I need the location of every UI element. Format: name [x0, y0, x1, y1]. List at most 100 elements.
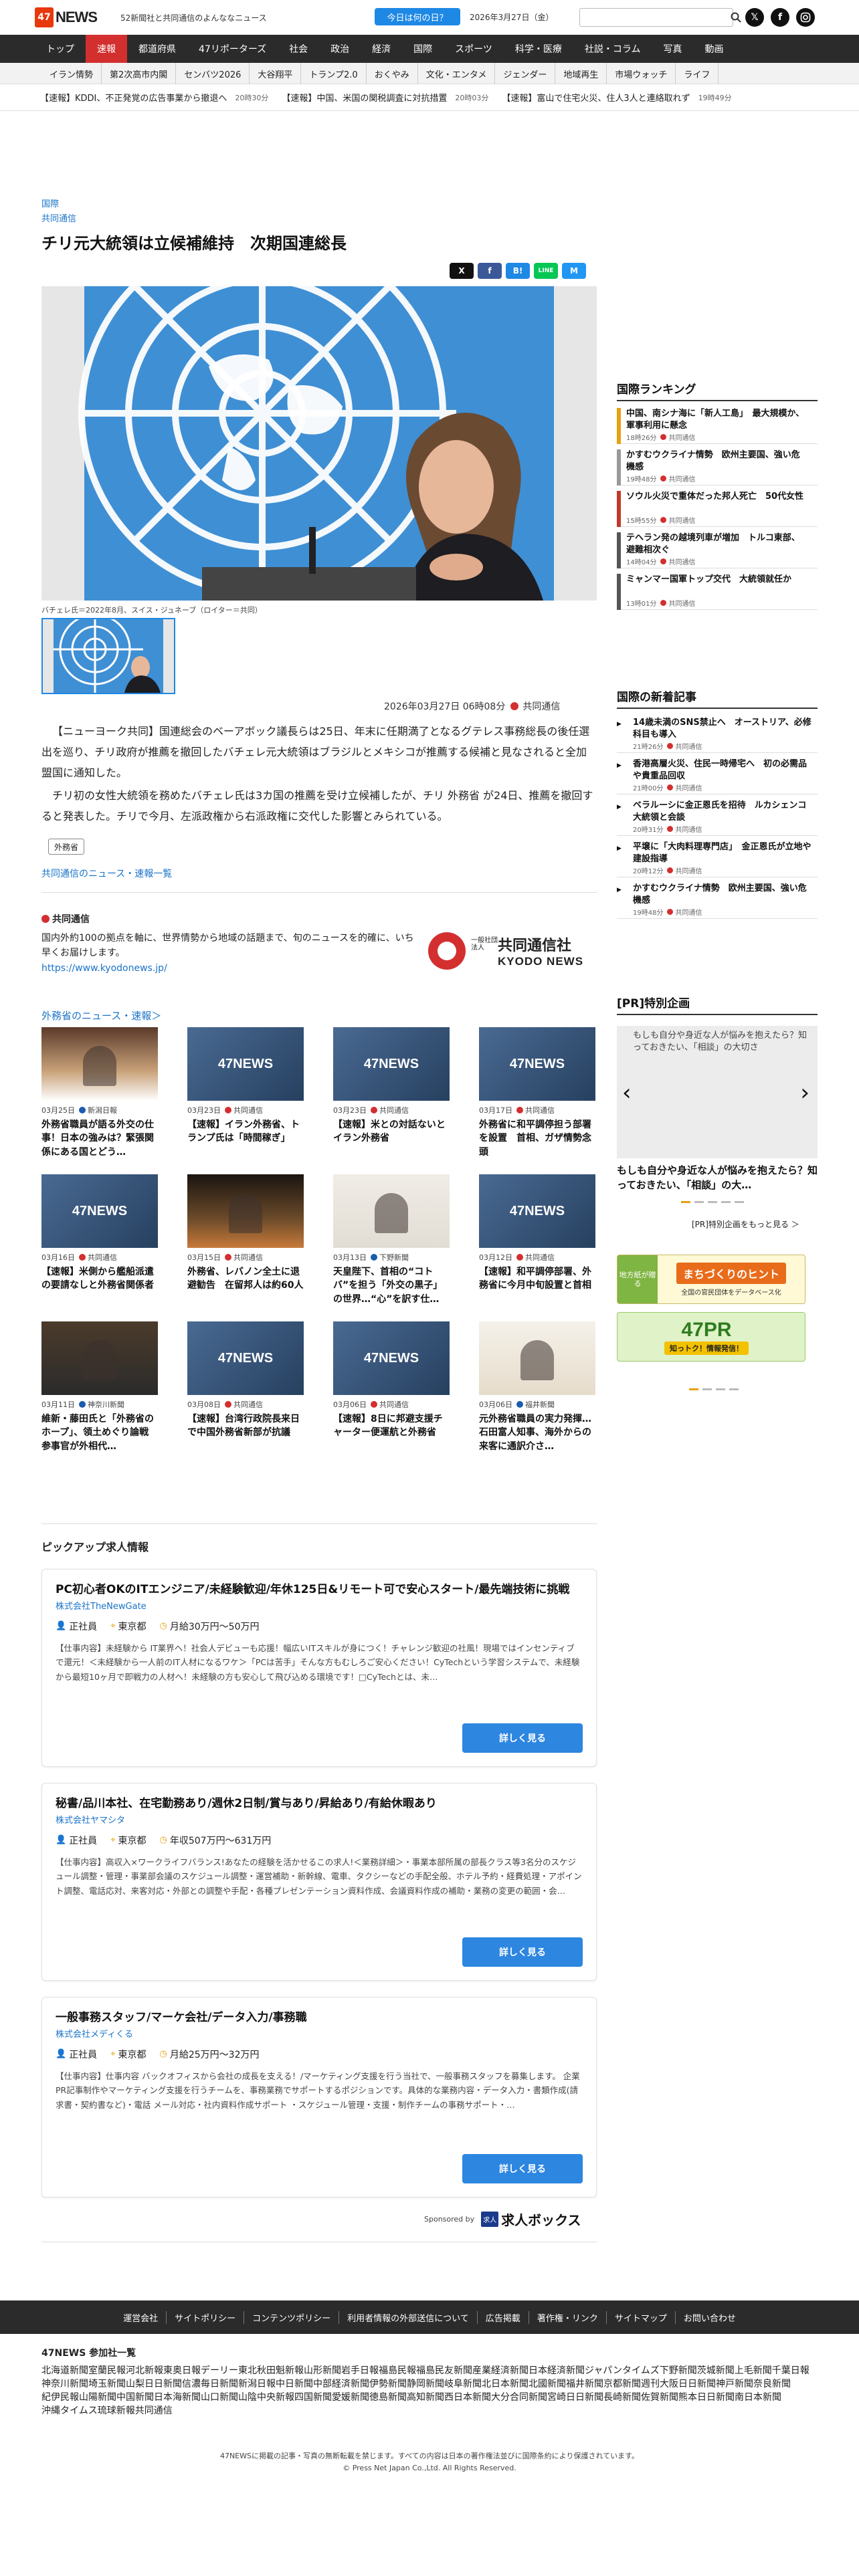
chevron-right-icon[interactable]: ›	[800, 1079, 809, 1106]
ranking-item[interactable]: 3ソウル火災で重体だった邦人死亡 50代女性15時55分共同通信	[617, 491, 818, 527]
job-company[interactable]: 株式会社メディくる	[56, 2030, 133, 2040]
nav-item[interactable]: 速報	[86, 35, 127, 63]
footer-link[interactable]: 著作権・リンク	[529, 2311, 607, 2324]
nav-item[interactable]: 国際	[402, 35, 444, 63]
article-category[interactable]: 国際	[41, 197, 59, 209]
ranking-item[interactable]: 5ミャンマー国軍トップ交代 大統領就任か13時01分共同通信	[617, 574, 818, 610]
job-detail-button[interactable]: 詳しく見る	[462, 1937, 583, 1967]
member-newspaper-link[interactable]: 新潟日報	[238, 2377, 276, 2390]
nav-item[interactable]: スポーツ	[444, 35, 504, 63]
member-newspaper-link[interactable]: 茨城新聞	[697, 2363, 735, 2377]
subnav-item[interactable]: 文化・エンタメ	[418, 63, 496, 84]
member-newspaper-link[interactable]: 信濃毎日新聞	[182, 2377, 238, 2390]
footer-link[interactable]: サイトポリシー	[167, 2311, 245, 2324]
newest-item[interactable]: ▶ 平壌に「大肉料理専門店」 金正恩氏が立地や建設指導 20時12分 共同通信	[617, 841, 818, 877]
job-card[interactable]: 秘書/品川本社、在宅勤務あり/週休2日制/賞与あり/昇給あり/有給休暇あり 株式会…	[41, 1783, 597, 1981]
member-newspaper-link[interactable]: 中日新聞	[276, 2377, 313, 2390]
pr-article-title[interactable]: もしも自分や身近な人が悩みを抱えたら？知っておきたい、「相談」の大…	[617, 1164, 818, 1193]
banner-machizukuri[interactable]: 地方紙が贈る まちづくりのヒント 全国の官民団体をデータベース化	[617, 1255, 805, 1304]
newest-item[interactable]: ▶ ベラルーシに金正恩氏を招待 ルカシェンコ大統領と会談 20時31分 共同通信	[617, 800, 818, 836]
member-newspaper-link[interactable]: 熊本日日新聞	[678, 2390, 735, 2403]
member-newspaper-link[interactable]: 奈良新聞	[753, 2377, 791, 2390]
search-input[interactable]	[579, 8, 733, 27]
share-facebook-button[interactable]: f	[478, 263, 502, 279]
chevron-left-icon[interactable]: ‹	[622, 1079, 632, 1106]
member-newspaper-link[interactable]: 上毛新聞	[735, 2363, 772, 2377]
related-news-card[interactable]: 03月11日 神奈川新聞 維新・藤田氏と「外務省のホープ」、領土めぐり論戦 参事官が…	[41, 1321, 158, 1454]
share-x-button[interactable]: X	[450, 263, 474, 279]
related-news-card[interactable]: 03月15日 共同通信 外務省、レバノン全土に退避勧告 在留邦人は約60人	[187, 1174, 304, 1307]
member-newspaper-link[interactable]: 河北新報	[126, 2363, 163, 2377]
subnav-item[interactable]: おくやみ	[367, 63, 418, 84]
member-newspaper-link[interactable]: 長崎新聞	[603, 2390, 641, 2403]
newest-item[interactable]: ▶ 香港高層火災、住民一時帰宅へ 初の必需品や貴重品回収 21時00分 共同通信	[617, 758, 818, 794]
subnav-item[interactable]: 第2次高市内閣	[102, 63, 177, 84]
member-newspaper-link[interactable]: 秋田魁新報	[257, 2363, 304, 2377]
member-newspaper-link[interactable]: 山形新聞	[304, 2363, 341, 2377]
member-newspaper-link[interactable]: 山梨日日新聞	[126, 2377, 182, 2390]
ticker-item[interactable]: 【速報】中国、米国の関税調査に対抗措置 20時03分	[282, 84, 488, 110]
footer-link[interactable]: サイトマップ	[607, 2311, 676, 2324]
member-newspaper-link[interactable]: 山口新聞	[201, 2390, 238, 2403]
nav-item[interactable]: 社説・コラム	[573, 35, 652, 63]
nav-item[interactable]: 47リポーターズ	[187, 35, 278, 63]
member-newspaper-link[interactable]: 下野新聞	[660, 2363, 697, 2377]
subnav-item[interactable]: 地域再生	[555, 63, 607, 84]
ranking-item[interactable]: 4テヘラン発の越境列車が増加 トルコ東部、避難相次ぐ14時04分共同通信	[617, 532, 818, 568]
instagram-icon[interactable]	[796, 8, 815, 27]
subnav-item[interactable]: イラン情勢	[41, 63, 102, 84]
member-newspaper-link[interactable]: 静岡新聞	[407, 2377, 444, 2390]
search-icon[interactable]	[729, 8, 743, 27]
member-newspaper-link[interactable]: 岩手日報	[341, 2363, 379, 2377]
member-newspaper-link[interactable]: デーリー東北	[201, 2363, 257, 2377]
newest-item[interactable]: ▶ かすむウクライナ情勢 欧州主要国、強い危機感 19時48分 共同通信	[617, 883, 818, 919]
subnav-item[interactable]: ライフ	[676, 63, 719, 84]
job-card[interactable]: 一般事務スタッフ/マーケ会社/データ入力/事務職 株式会社メディくる 👤 正社員 ⌖ 東京…	[41, 1997, 597, 2197]
share-line-button[interactable]: LINE	[534, 263, 558, 279]
job-detail-button[interactable]: 詳しく見る	[462, 2154, 583, 2183]
footer-link[interactable]: 運営会社	[115, 2311, 167, 2324]
article-source[interactable]: 共同通信	[41, 211, 76, 224]
ranking-item[interactable]: 1中国、南シナ海に「新人工島」 最大規模か、軍事利用に懸念18時26分共同通信	[617, 408, 818, 444]
footer-link[interactable]: 広告掲載	[478, 2311, 529, 2324]
job-company[interactable]: 株式会社ヤマシタ	[56, 1816, 125, 1826]
nav-item[interactable]: 動画	[693, 35, 735, 63]
member-newspaper-link[interactable]: 北國新聞	[529, 2377, 566, 2390]
share-hatena-button[interactable]: B!	[506, 263, 530, 279]
related-news-card[interactable]: 03月06日 福井新聞 元外務省職員の実力発揮…石田富人知事、海外からの来客に通訳介…	[479, 1321, 595, 1454]
related-news-card[interactable]: 47NEWS 03月12日 共同通信 【速報】和平調停部署、外務省に今月中旬設置と首相	[479, 1174, 595, 1307]
ticker-item[interactable]: 【速報】富山で住宅火災、住人3人と連絡取れず 19時49分	[502, 84, 731, 110]
member-newspaper-link[interactable]: 神奈川新聞	[41, 2377, 88, 2390]
ticker-item[interactable]: 【速報】KDDI、不正発覚の広告事業から撤退へ 20時30分	[40, 84, 268, 110]
related-news-card[interactable]: 03月25日 新潟日報 外務省職員が語る外交の仕事！日本の強みは？緊張関係にある国と…	[41, 1027, 158, 1160]
nav-item[interactable]: 都道府県	[127, 35, 187, 63]
nav-item[interactable]: トップ	[35, 35, 86, 63]
footer-link[interactable]: お問い合わせ	[676, 2311, 744, 2324]
member-newspaper-link[interactable]: 週刊大阪日日新聞	[641, 2377, 716, 2390]
member-newspaper-link[interactable]: 沖縄タイムス	[41, 2403, 98, 2417]
footer-link[interactable]: コンテンツポリシー	[244, 2311, 340, 2324]
member-newspaper-link[interactable]: 紀伊民報	[41, 2390, 79, 2403]
site-logo[interactable]: 47 NEWS	[35, 7, 99, 28]
member-newspaper-link[interactable]: 中国新聞	[116, 2390, 154, 2403]
today-button[interactable]: 今日は何の日？	[375, 8, 460, 25]
member-newspaper-link[interactable]: 岐阜新聞	[444, 2377, 482, 2390]
nav-item[interactable]: 経済	[361, 35, 402, 63]
member-newspaper-link[interactable]: 東奥日報	[163, 2363, 201, 2377]
related-news-card[interactable]: 47NEWS 03月08日 共同通信 【速報】台湾行政院長来日で中国外務省新部が抗議	[187, 1321, 304, 1454]
article-photo[interactable]	[41, 286, 597, 601]
member-newspaper-link[interactable]: 共同通信	[135, 2403, 173, 2417]
member-newspaper-link[interactable]: 室蘭民報	[88, 2363, 126, 2377]
member-newspaper-link[interactable]: 中部経済新聞	[313, 2377, 369, 2390]
kyodo-news-list-link[interactable]: 共同通信のニュース・速報一覧	[41, 867, 172, 880]
nav-item[interactable]: 政治	[319, 35, 361, 63]
member-newspaper-link[interactable]: 宮崎日日新聞	[547, 2390, 603, 2403]
ranking-item[interactable]: 2かすむウクライナ情勢 欧州主要国、強い危機感19時48分共同通信	[617, 449, 818, 486]
article-tag[interactable]: 外務省	[48, 839, 85, 855]
member-newspaper-link[interactable]: 産業経済新聞	[472, 2363, 529, 2377]
member-newspaper-link[interactable]: 徳島新聞	[369, 2390, 407, 2403]
subnav-item[interactable]: ジェンダー	[495, 63, 556, 84]
related-news-card[interactable]: 47NEWS 03月06日 共同通信 【速報】8日に邦避支援チャーター便運航と外務省	[333, 1321, 450, 1454]
pr-slideshow[interactable]: もしも自分や身近な人が悩みを抱えたら？知っておきたい、「相談」の大切さ ‹ ›	[617, 1026, 818, 1158]
related-news-card[interactable]: 03月13日 下野新聞 天皇陛下、首相の“コトバ”を担う「外交の黒子」の世界…“心”…	[333, 1174, 450, 1307]
